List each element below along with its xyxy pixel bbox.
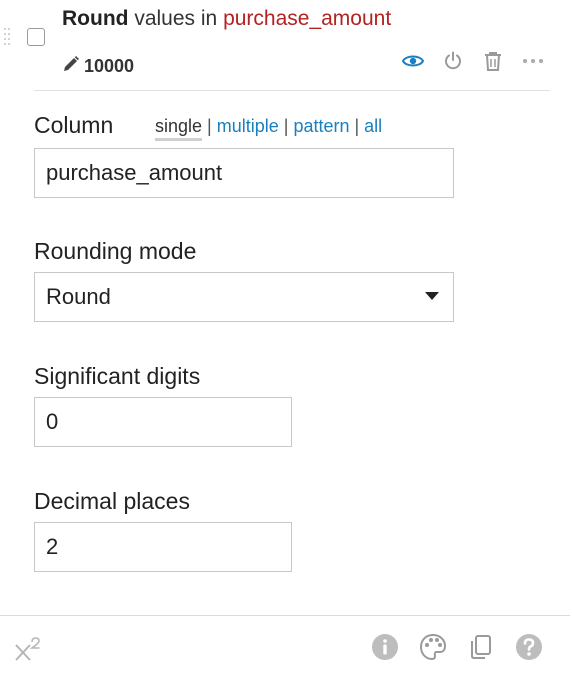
superscript-icon[interactable] (13, 636, 41, 664)
mode-multiple[interactable]: multiple (217, 116, 279, 137)
step-actions (402, 50, 544, 72)
footer-actions (370, 632, 544, 662)
step-title-text: values in (134, 7, 218, 30)
footer-divider (0, 615, 570, 616)
power-icon[interactable] (442, 50, 464, 72)
mode-single[interactable]: single (155, 116, 203, 141)
step-operation: Round (62, 7, 129, 30)
mode-separator: | (283, 116, 289, 136)
pencil-icon (62, 55, 80, 78)
mode-pattern[interactable]: pattern (293, 116, 349, 137)
mode-separator: | (207, 116, 212, 136)
more-icon[interactable] (522, 50, 544, 72)
column-label: Column (34, 112, 114, 138)
significant-digits-input[interactable]: 0 (34, 397, 292, 447)
rounding-mode-value: Round (46, 284, 111, 309)
info-icon[interactable] (370, 632, 400, 662)
drag-handle-icon[interactable] (4, 28, 12, 52)
column-input[interactable]: purchase_amount (34, 148, 454, 198)
significant-digits-label: Significant digits (34, 363, 201, 389)
column-mode-switch: single | multiple | pattern | all (155, 116, 382, 141)
decimal-places-label: Decimal places (34, 488, 190, 514)
caret-down-icon (425, 292, 439, 300)
mode-all[interactable]: all (364, 116, 382, 137)
help-icon[interactable] (514, 632, 544, 662)
rounding-mode-select[interactable]: Round (34, 272, 454, 322)
step-meta: 10000 (62, 54, 134, 78)
step-title: Round values in purchase_amount (62, 6, 391, 32)
mode-separator: | (354, 116, 360, 136)
step-meta-value: 10000 (84, 55, 135, 76)
header-divider (34, 90, 550, 91)
palette-icon[interactable] (418, 632, 448, 662)
decimal-places-input[interactable]: 2 (34, 522, 292, 572)
step-column-name: purchase_amount (223, 7, 392, 30)
eye-icon[interactable] (402, 50, 424, 72)
step-checkbox[interactable] (27, 28, 45, 46)
copy-icon[interactable] (466, 632, 496, 662)
rounding-mode-label: Rounding mode (34, 238, 197, 264)
trash-icon[interactable] (482, 50, 504, 72)
